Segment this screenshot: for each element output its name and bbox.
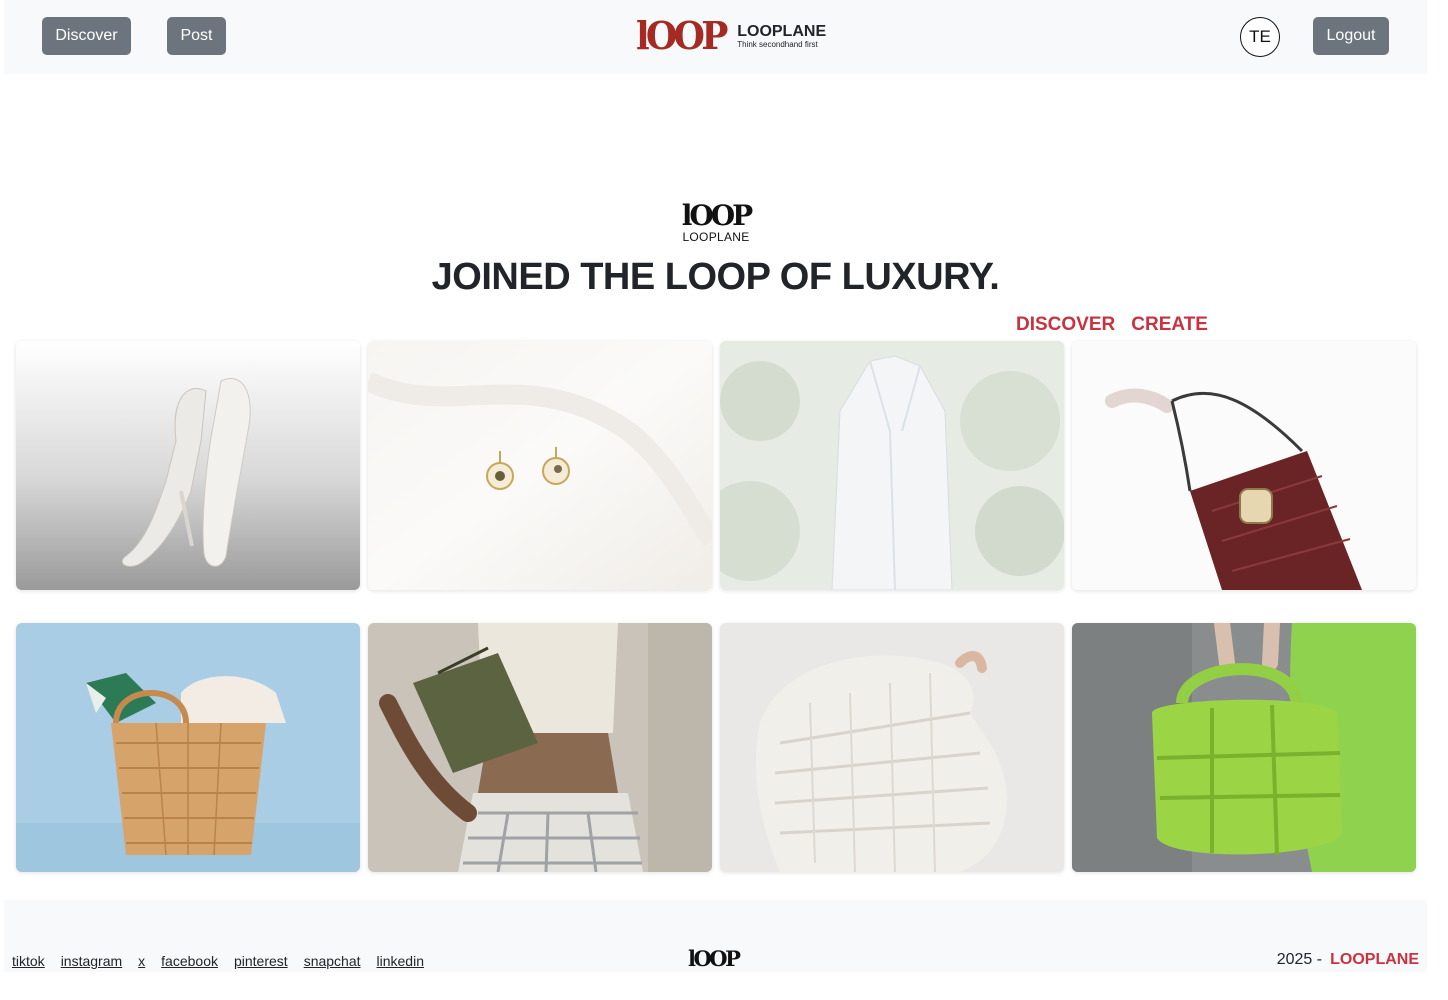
gallery-tile-blazer[interactable] <box>720 341 1064 590</box>
straw-basket-image <box>16 623 360 872</box>
gallery-tile-olive-bag[interactable] <box>368 623 712 872</box>
gallery-tile-basket[interactable] <box>16 623 360 872</box>
green-puffer-bag-image <box>1072 623 1416 872</box>
facebook-link[interactable]: facebook <box>161 953 218 969</box>
post-button[interactable]: Post <box>167 17 226 55</box>
handbag-image <box>1072 341 1416 590</box>
footer: tiktok instagram x facebook pinterest sn… <box>4 900 1427 972</box>
copyright: 2025 - LOOPLANE <box>1277 951 1419 969</box>
discover-link[interactable]: DISCOVER <box>1016 314 1115 336</box>
gallery-tile-earrings[interactable] <box>368 341 712 590</box>
discover-button[interactable]: Discover <box>42 17 131 55</box>
create-link[interactable]: CREATE <box>1131 314 1208 336</box>
page-headline: JOINED THE LOOP OF LUXURY. <box>431 256 1000 298</box>
tiktok-link[interactable]: tiktok <box>12 953 45 969</box>
linkedin-link[interactable]: linkedin <box>377 953 424 969</box>
brand-text: LOOPLANE Think secondhand first <box>737 23 826 49</box>
hero-logo: lOOP LOOPLANE <box>676 199 756 245</box>
gallery-tile-sweater[interactable] <box>720 623 1064 872</box>
x-link[interactable]: x <box>138 953 145 969</box>
navbar: Discover Post lOOP LOOPLANE Think second… <box>4 0 1427 74</box>
gallery-tile-heels[interactable] <box>16 341 360 590</box>
earrings-image <box>368 341 712 590</box>
hero-logo-name: LOOPLANE <box>682 230 750 244</box>
brand-tagline: Think secondhand first <box>737 40 818 49</box>
loop-logo-mark: lOOP <box>636 13 728 58</box>
copyright-year: 2025 - <box>1276 951 1323 968</box>
white-heels-image <box>16 341 360 590</box>
brand-name: LOOPLANE <box>737 23 827 40</box>
snapchat-link[interactable]: snapchat <box>304 953 361 969</box>
pinterest-link[interactable]: pinterest <box>234 953 288 969</box>
social-links: tiktok instagram x facebook pinterest sn… <box>12 953 424 969</box>
knit-sweater-image <box>720 623 1064 872</box>
gallery-tile-handbag[interactable] <box>1072 341 1416 590</box>
blazer-image <box>720 341 1064 590</box>
footer-logo[interactable]: lOOP <box>688 948 741 970</box>
hero-links: DISCOVER CREATE <box>1016 314 1208 336</box>
olive-bag-outfit-image <box>368 623 712 872</box>
gallery-tile-green-bag[interactable] <box>1072 623 1416 872</box>
instagram-link[interactable]: instagram <box>61 953 122 969</box>
copyright-brand: LOOPLANE <box>1330 951 1419 968</box>
user-avatar[interactable]: TE <box>1240 17 1280 57</box>
logout-button[interactable]: Logout <box>1313 17 1389 55</box>
hero-logo-mark: lOOP <box>681 199 753 232</box>
brand-logo[interactable]: lOOP LOOPLANE Think secondhand first <box>636 13 826 58</box>
